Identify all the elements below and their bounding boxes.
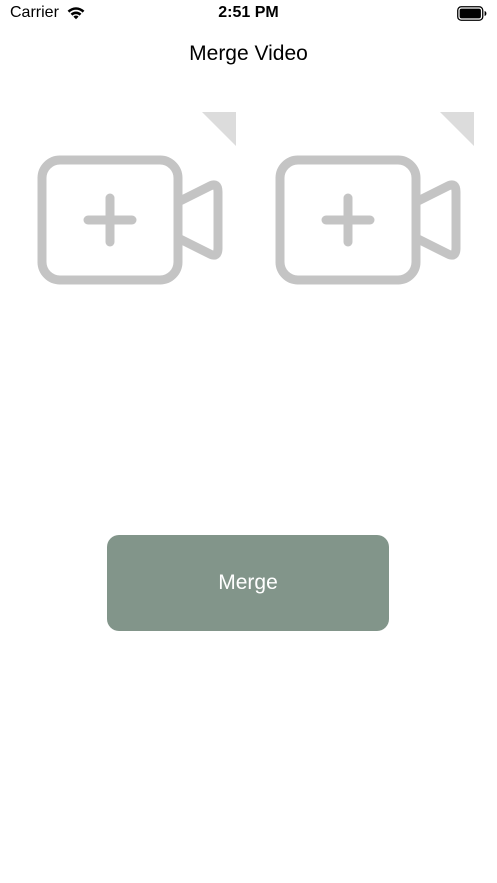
battery-icon: [457, 6, 487, 21]
video-add-icon: [37, 155, 223, 285]
status-bar: Carrier 2:51 PM: [0, 0, 497, 28]
screen: Carrier 2:51 PM Merge Video Merge: [0, 0, 497, 883]
page-title: Merge Video: [189, 42, 308, 65]
video-slot-1[interactable]: [36, 112, 236, 292]
merge-button[interactable]: Merge: [107, 535, 389, 631]
video-add-icon: [275, 155, 461, 285]
video-slot-2[interactable]: [274, 112, 474, 292]
slot-corner: [440, 112, 474, 146]
status-time: 2:51 PM: [218, 4, 279, 21]
slot-corner: [202, 112, 236, 146]
